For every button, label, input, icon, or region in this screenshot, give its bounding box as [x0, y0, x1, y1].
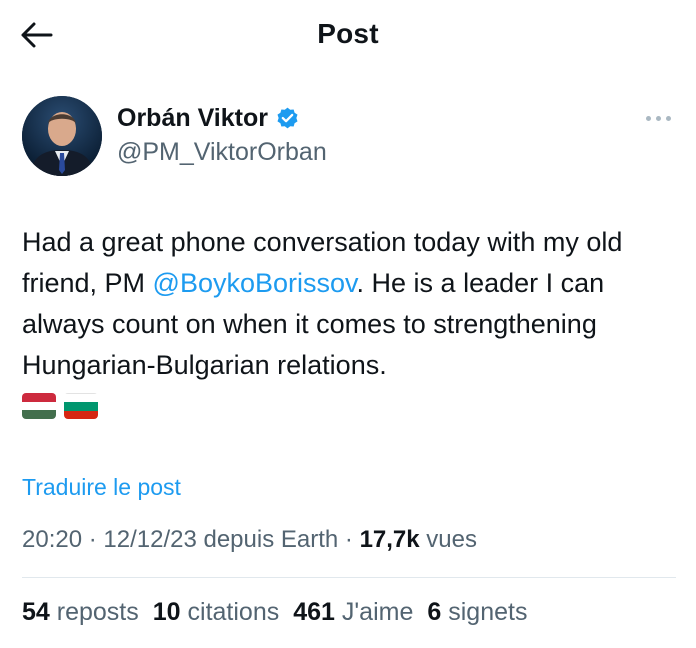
bookmarks-count: 6 [427, 598, 442, 626]
post-source: depuis Earth [196, 526, 339, 553]
views-count: 17,7k [359, 526, 420, 553]
author-display-name[interactable]: Orbán Viktor [117, 104, 268, 133]
page-title: Post [317, 18, 379, 49]
reposts-count: 54 [22, 598, 50, 626]
flag-emojis [22, 393, 98, 419]
post-text: Had a great phone conversation today wit… [22, 222, 682, 386]
hungary-flag-icon [22, 393, 56, 419]
translate-link[interactable]: Traduire le post [22, 474, 181, 501]
views-label: vues [419, 526, 477, 553]
quotes-count: 10 [152, 598, 181, 626]
verified-badge-icon [277, 107, 298, 129]
quotes-stat[interactable]: 10 citations [153, 598, 279, 627]
divider [22, 577, 676, 578]
more-options-button[interactable] [643, 108, 675, 128]
more-dot-icon [646, 116, 651, 121]
post-date[interactable]: 12/12/23 [103, 526, 196, 553]
reposts-label: reposts [56, 598, 139, 626]
quotes-label: citations [187, 598, 280, 626]
meta-separator: · [82, 526, 104, 553]
more-dot-icon [656, 116, 661, 121]
avatar[interactable] [22, 96, 102, 176]
author-handle[interactable]: @PM_ViktorOrban [117, 138, 327, 167]
likes-label: J'aime [341, 598, 414, 626]
post-time[interactable]: 20:20 [22, 526, 82, 553]
reposts-stat[interactable]: 54 reposts [22, 598, 139, 627]
bookmarks-label: signets [448, 598, 528, 626]
likes-stat[interactable]: 461 J'aime [293, 598, 413, 627]
bookmarks-stat[interactable]: 6 signets [427, 598, 527, 627]
likes-count: 461 [293, 598, 335, 626]
meta-separator: · [338, 526, 360, 553]
engagement-stats: 54 reposts 10 citations 461 J'aime 6 sig… [22, 598, 541, 627]
author-name-row[interactable]: Orbán Viktor [117, 104, 300, 133]
top-bar: Post [0, 0, 696, 72]
post-meta: 20:20 · 12/12/23 depuis Earth · 17,7k vu… [22, 526, 477, 554]
mention-link[interactable]: @BoykoBorissov [153, 268, 357, 298]
bulgaria-flag-icon [64, 393, 98, 419]
more-dot-icon [666, 116, 671, 121]
